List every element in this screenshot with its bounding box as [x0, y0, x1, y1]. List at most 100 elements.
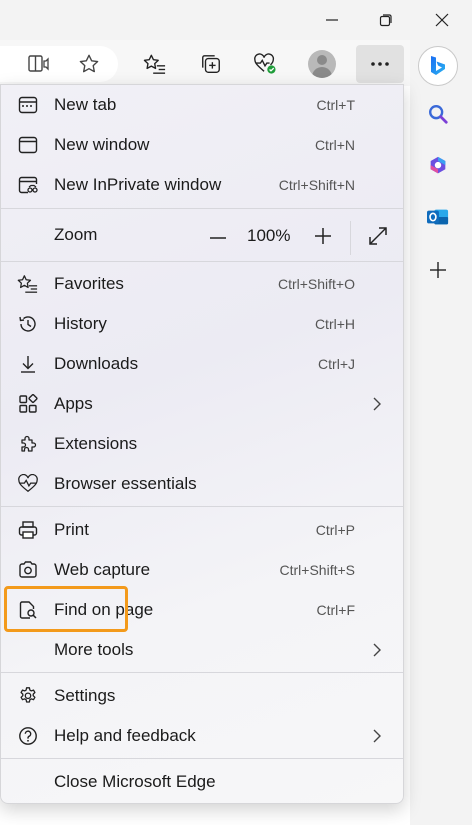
new-window-icon [17, 134, 39, 156]
settings-and-more-menu: New tab Ctrl+T New window Ctrl+N New InP… [0, 84, 404, 804]
immersive-reader-button[interactable] [22, 47, 56, 81]
new-tab-icon [17, 94, 39, 116]
menu-item-shortcut: Ctrl+T [316, 97, 356, 113]
copilot-icon [430, 156, 446, 174]
menu-item-shortcut: Ctrl+H [314, 316, 355, 332]
bing-chat-button[interactable] [418, 46, 458, 86]
menu-item-shortcut: Ctrl+Shift+N [278, 177, 355, 193]
search-icon [429, 105, 448, 124]
menu-divider [1, 506, 403, 507]
plus-icon [315, 228, 331, 244]
menu-divider [1, 672, 403, 673]
menu-item-shortcut: Ctrl+Shift+S [279, 562, 355, 578]
menu-item-shortcut: Ctrl+P [315, 522, 355, 538]
minimize-icon [326, 19, 338, 21]
apps-icon [17, 393, 39, 415]
bing-icon [431, 56, 445, 75]
chevron-right-icon [369, 641, 385, 659]
menu-divider [1, 758, 403, 759]
menu-item-browser-essentials[interactable]: Browser essentials [1, 464, 403, 504]
minimize-button[interactable] [310, 4, 354, 36]
favorites-icon [17, 273, 39, 295]
menu-item-downloads[interactable]: Downloads Ctrl+J [1, 344, 403, 384]
menu-item-close-microsoft-edge[interactable]: Close Microsoft Edge [1, 762, 403, 802]
zoom-separator [350, 221, 351, 255]
heartbeat-icon [254, 53, 276, 74]
menu-item-label: More tools [54, 640, 134, 659]
print-icon [17, 519, 39, 541]
menu-divider [1, 261, 403, 262]
menu-item-history[interactable]: History Ctrl+H [1, 304, 403, 344]
download-icon [17, 353, 39, 375]
menu-item-settings[interactable]: Settings [1, 676, 403, 716]
menu-item-help-and-feedback[interactable]: Help and feedback [1, 716, 403, 756]
outlook-icon [427, 209, 449, 225]
zoom-in-button[interactable] [310, 223, 336, 249]
menu-item-label: Help and feedback [54, 726, 196, 745]
menu-item-label: Print [54, 520, 89, 539]
web-capture-icon [17, 559, 39, 581]
add-favorite-button[interactable] [72, 47, 106, 81]
menu-item-label: New tab [54, 95, 117, 114]
menu-item-new-inprivate-window[interactable]: New InPrivate window Ctrl+Shift+N [1, 165, 403, 205]
menu-item-label: Favorites [54, 274, 124, 293]
browser-essentials-button[interactable] [248, 47, 282, 81]
menu-item-web-capture[interactable]: Web capture Ctrl+Shift+S [1, 550, 403, 590]
close-icon [435, 13, 449, 27]
collections-icon [202, 55, 220, 73]
zoom-value: 100% [247, 226, 291, 245]
favorites-button[interactable] [138, 47, 172, 81]
menu-item-label: Apps [54, 394, 93, 413]
menu-item-label: Browser essentials [54, 474, 197, 493]
menu-item-apps[interactable]: Apps [1, 384, 403, 424]
menu-item-label: Close Microsoft Edge [54, 772, 216, 791]
zoom-label: Zoom [54, 225, 98, 244]
menu-item-shortcut: Ctrl+N [314, 137, 355, 153]
history-icon [17, 313, 39, 335]
menu-item-label: Settings [54, 686, 116, 705]
menu-item-zoom: Zoom [1, 215, 403, 255]
menu-item-new-tab[interactable]: New tab Ctrl+T [1, 85, 403, 125]
menu-item-shortcut: Ctrl+J [318, 356, 355, 372]
settings-highlight-box [4, 586, 128, 632]
sidebar-outlook-button[interactable] [424, 203, 452, 231]
restore-icon [379, 14, 392, 27]
menu-item-extensions[interactable]: Extensions [1, 424, 403, 464]
chevron-right-icon [369, 395, 385, 413]
sidebar-add-button[interactable] [424, 256, 452, 284]
fullscreen-icon [369, 227, 387, 245]
fullscreen-button[interactable] [365, 223, 391, 249]
zoom-out-button[interactable] [205, 225, 231, 251]
heartbeat-icon [17, 473, 39, 495]
help-icon [17, 725, 39, 747]
more-horizontal-icon [371, 62, 389, 66]
menu-item-favorites[interactable]: Favorites Ctrl+Shift+O [1, 264, 403, 304]
settings-and-more-button[interactable] [356, 45, 404, 83]
menu-divider [1, 208, 403, 209]
profile-avatar[interactable] [308, 50, 336, 78]
immersive-reader-icon [28, 55, 49, 72]
favorites-bar-icon [143, 54, 166, 74]
gear-icon [17, 685, 39, 707]
plus-icon [430, 262, 446, 278]
menu-item-shortcut: Ctrl+Shift+O [277, 276, 355, 292]
sidebar-search-button[interactable] [424, 100, 452, 128]
menu-item-label: Downloads [54, 354, 139, 373]
sidebar-copilot-button[interactable] [424, 152, 452, 180]
menu-item-new-window[interactable]: New window Ctrl+N [1, 125, 403, 165]
collections-button[interactable] [194, 47, 228, 81]
extensions-icon [17, 433, 39, 455]
menu-item-more-tools[interactable]: More tools [1, 630, 403, 670]
menu-item-print[interactable]: Print Ctrl+P [1, 510, 403, 550]
menu-item-label: Extensions [54, 434, 138, 453]
menu-item-label: New InPrivate window [54, 175, 222, 194]
menu-item-shortcut: Ctrl+F [316, 602, 356, 618]
menu-item-label: History [54, 314, 107, 333]
inprivate-window-icon [17, 174, 39, 196]
menu-item-label: New window [54, 135, 150, 154]
close-window-button[interactable] [420, 4, 464, 36]
chevron-right-icon [369, 727, 385, 745]
menu-item-label: Web capture [54, 560, 151, 579]
restore-button[interactable] [364, 4, 408, 36]
star-icon [79, 54, 99, 73]
